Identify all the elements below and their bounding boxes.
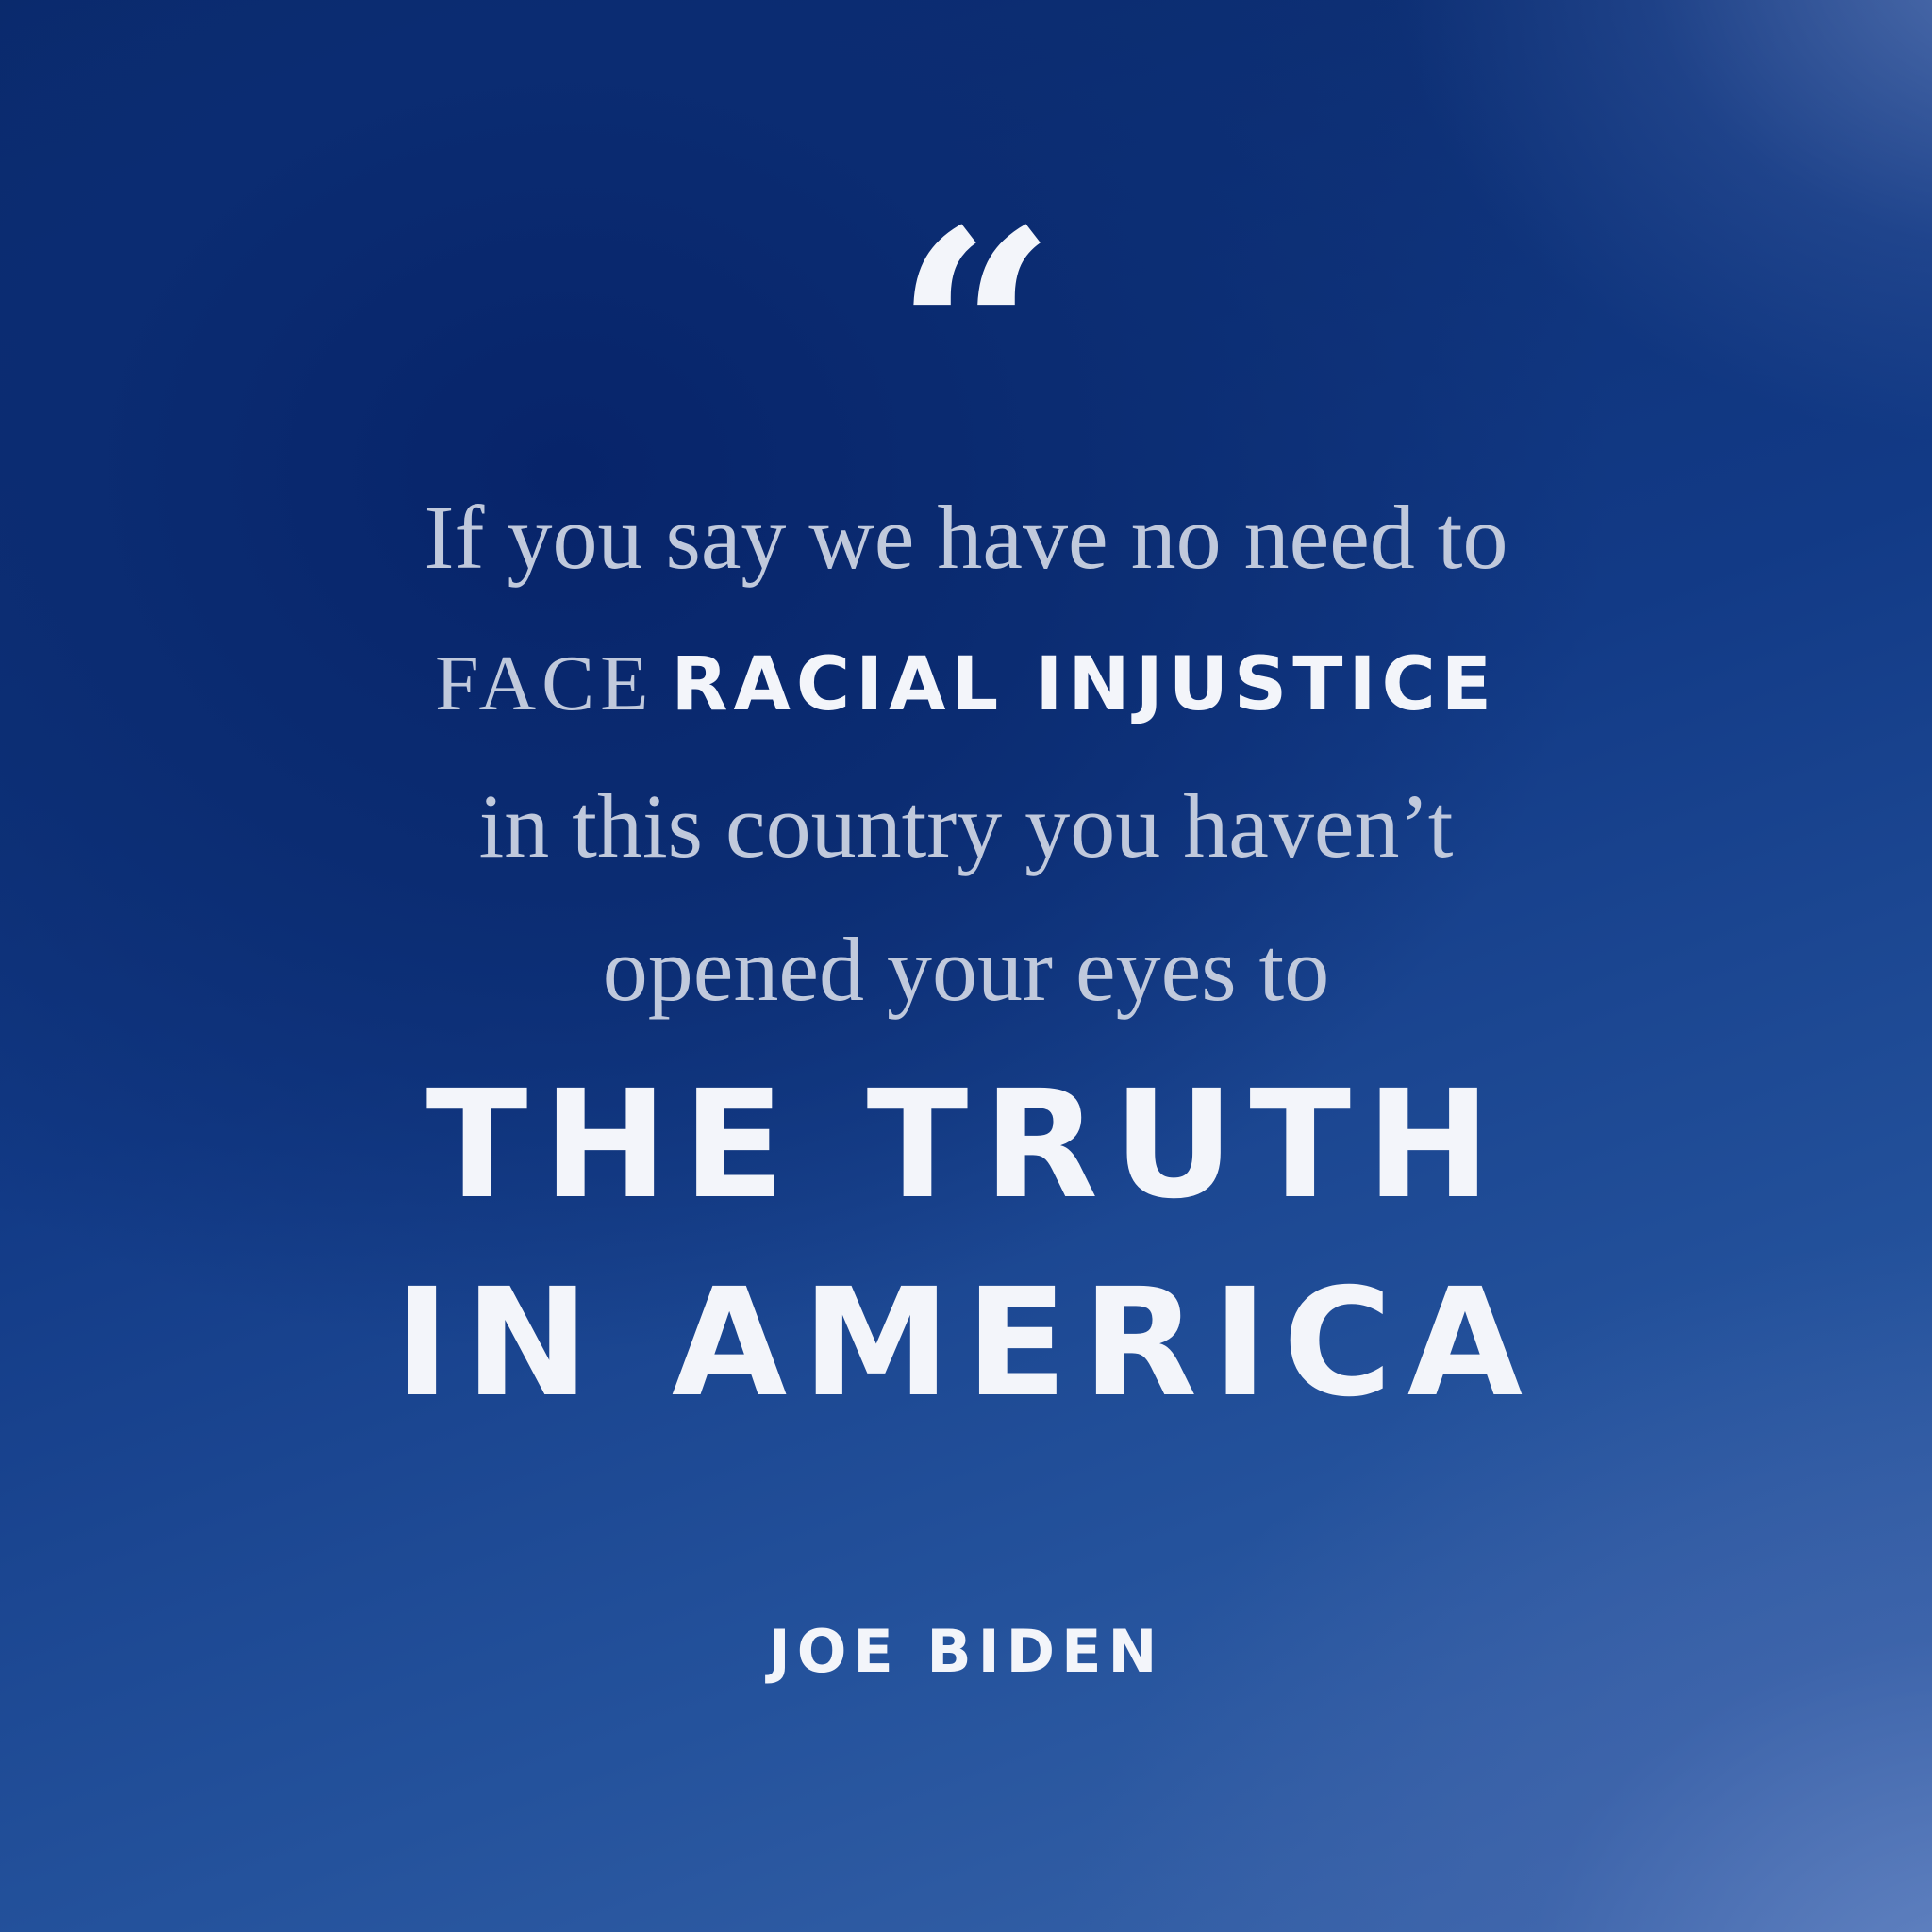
headline-line-1: THE TRUTH xyxy=(425,1058,1507,1232)
quote-line-2-lead: FACE xyxy=(435,640,655,727)
quote-line-4: opened your eyes to xyxy=(602,919,1330,1020)
quote-card: “ If you say we have no need to FACE RACI… xyxy=(0,0,1932,1932)
author-name: JOE BIDEN xyxy=(768,1617,1164,1686)
quote-line-3: in this country you haven’t xyxy=(478,775,1454,876)
headline-line-2: IN AMERICA xyxy=(393,1257,1539,1430)
open-quote-mark: “ xyxy=(893,168,1058,501)
quote-line-2-emphasis: RACIAL INJUSTICE xyxy=(671,642,1497,727)
quote-line-2: FACE RACIAL INJUSTICE xyxy=(0,638,1932,729)
quote-line-1: If you say we have no need to xyxy=(424,487,1508,588)
